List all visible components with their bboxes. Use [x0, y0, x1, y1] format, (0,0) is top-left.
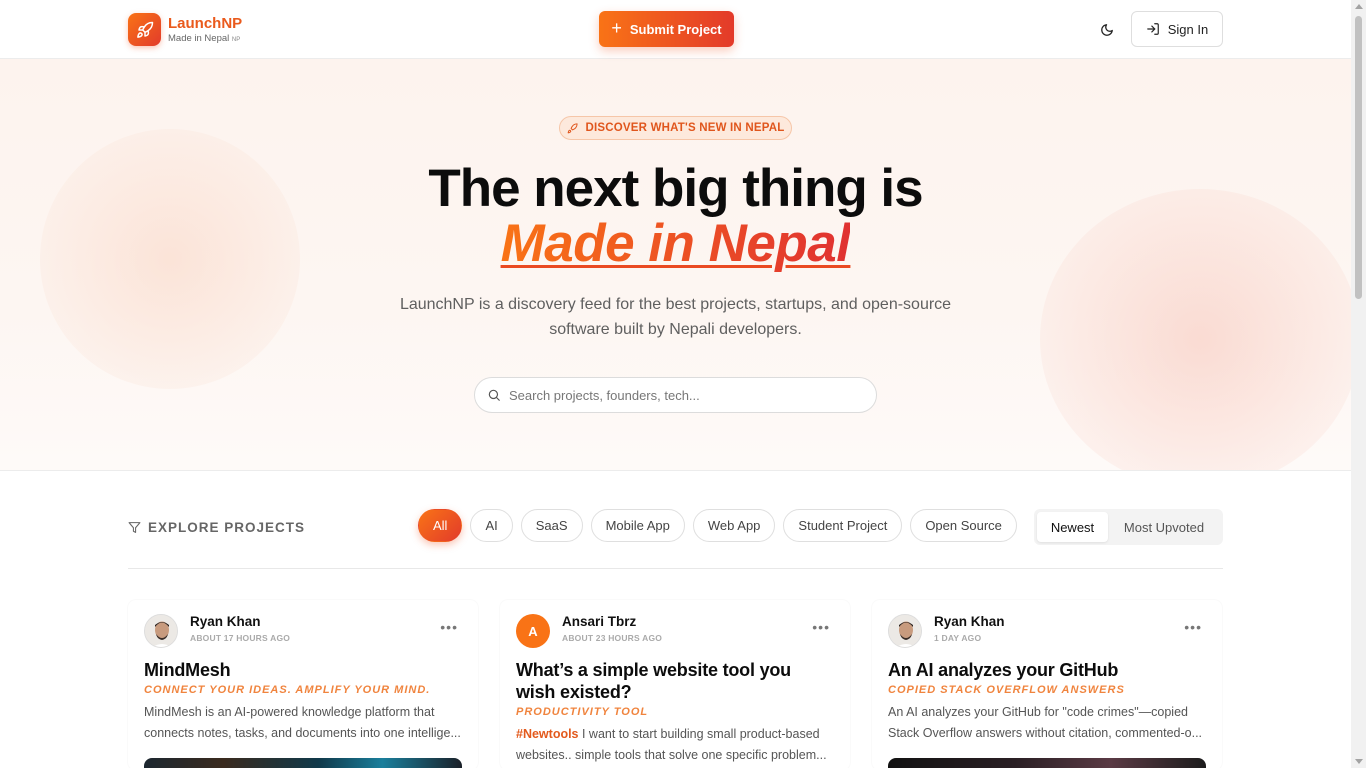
more-options-icon[interactable]: ••• [812, 620, 830, 634]
submit-project-button[interactable]: + Submit Project [599, 11, 734, 47]
plus-icon: + [611, 18, 622, 38]
author-name[interactable]: Ryan Khan [934, 614, 1005, 630]
avatar[interactable] [144, 614, 178, 648]
filter-icon [128, 522, 141, 533]
brand-name: LaunchNP [168, 14, 243, 32]
sort-toggle: Newest Most Upvoted [1034, 509, 1223, 545]
sign-in-icon [1146, 23, 1159, 35]
rocket-icon [128, 13, 161, 46]
top-navbar: LaunchNP Made in Nepal NP + Submit Proje… [0, 0, 1351, 59]
post-time: ABOUT 23 HOURS AGO [562, 633, 663, 643]
page-scrollbar[interactable] [1351, 0, 1366, 768]
category-chip-mobile-app[interactable]: Mobile App [590, 509, 685, 542]
category-chip-ai[interactable]: AI [470, 509, 513, 542]
search-input[interactable] [509, 387, 869, 403]
explore-projects-heading: EXPLORE PROJECTS [128, 520, 305, 535]
search-icon [488, 389, 500, 401]
card-tagline: CONNECT YOUR IDEAS. AMPLIFY YOUR MIND. [144, 684, 431, 696]
sparkle-rocket-icon [567, 122, 578, 133]
card-title[interactable]: MindMesh [144, 659, 462, 681]
card-title[interactable]: What’s a simple website tool you wish ex… [516, 659, 834, 703]
avatar[interactable]: A [516, 614, 550, 648]
card-tagline: COPIED STACK OVERFLOW ANSWERS [888, 684, 1125, 696]
post-time: ABOUT 17 HOURS AGO [190, 633, 291, 643]
card-description: #Newtools I want to start building small… [516, 727, 827, 762]
author-name[interactable]: Ansari Tbrz [562, 614, 662, 630]
brand-logo[interactable]: LaunchNP Made in Nepal NP [128, 13, 242, 46]
project-card[interactable]: Ryan Khan ABOUT 17 HOURS AGO ••• MindMes… [128, 600, 478, 768]
moon-icon [1101, 24, 1113, 36]
project-card[interactable]: A Ansari Tbrz ABOUT 23 HOURS AGO ••• Wha… [500, 600, 850, 768]
card-title[interactable]: An AI analyzes your GitHub [888, 659, 1206, 681]
scroll-down-arrow[interactable] [1355, 759, 1363, 764]
author-name[interactable]: Ryan Khan [190, 614, 290, 630]
category-chip-all[interactable]: All [418, 509, 463, 542]
card-description: MindMesh is an AI-powered knowledge plat… [144, 705, 461, 740]
hero-badge-text: DISCOVER WHAT'S NEW IN NEPAL [585, 122, 785, 134]
hero-title-accent: Made in Nepal [500, 214, 851, 273]
sort-most-upvoted[interactable]: Most Upvoted [1108, 512, 1220, 542]
section-divider [128, 568, 1223, 569]
hero-description: LaunchNP is a discovery feed for the bes… [399, 296, 952, 338]
avatar[interactable] [888, 614, 922, 648]
theme-toggle-button[interactable] [1094, 17, 1120, 43]
card-thumbnail[interactable] [144, 758, 462, 768]
submit-project-label: Submit Project [629, 21, 722, 37]
category-chip-open-source[interactable]: Open Source [910, 509, 1017, 542]
scrollbar-thumb[interactable] [1355, 16, 1362, 299]
brand-subtitle: Made in Nepal NP [168, 32, 241, 44]
sign-in-button[interactable]: Sign In [1131, 11, 1223, 47]
card-tagline: PRODUCTIVITY TOOL [516, 706, 649, 718]
card-thumbnail[interactable] [888, 758, 1206, 768]
more-options-icon[interactable]: ••• [440, 620, 458, 634]
category-chip-web-app[interactable]: Web App [692, 509, 776, 542]
project-card[interactable]: Ryan Khan 1 DAY AGO ••• An AI analyzes y… [872, 600, 1222, 768]
category-chip-student-project[interactable]: Student Project [783, 509, 903, 542]
sign-in-label: Sign In [1167, 21, 1209, 37]
scroll-up-arrow[interactable] [1355, 4, 1363, 9]
hero-title: The next big thing is [428, 159, 923, 218]
post-time: 1 DAY AGO [934, 633, 982, 643]
sort-newest[interactable]: Newest [1037, 512, 1108, 542]
card-description: An AI analyzes your GitHub for "code cri… [888, 705, 1203, 740]
card-hashtag[interactable]: #Newtools [516, 727, 579, 741]
hero-badge: DISCOVER WHAT'S NEW IN NEPAL [559, 116, 792, 140]
search-bar[interactable] [474, 377, 877, 413]
category-filter-chips: All AI SaaS Mobile App Web App Student P… [418, 509, 1025, 542]
hero-section: DISCOVER WHAT'S NEW IN NEPAL The next bi… [0, 59, 1351, 471]
category-chip-saas[interactable]: SaaS [520, 509, 583, 542]
more-options-icon[interactable]: ••• [1184, 620, 1202, 634]
